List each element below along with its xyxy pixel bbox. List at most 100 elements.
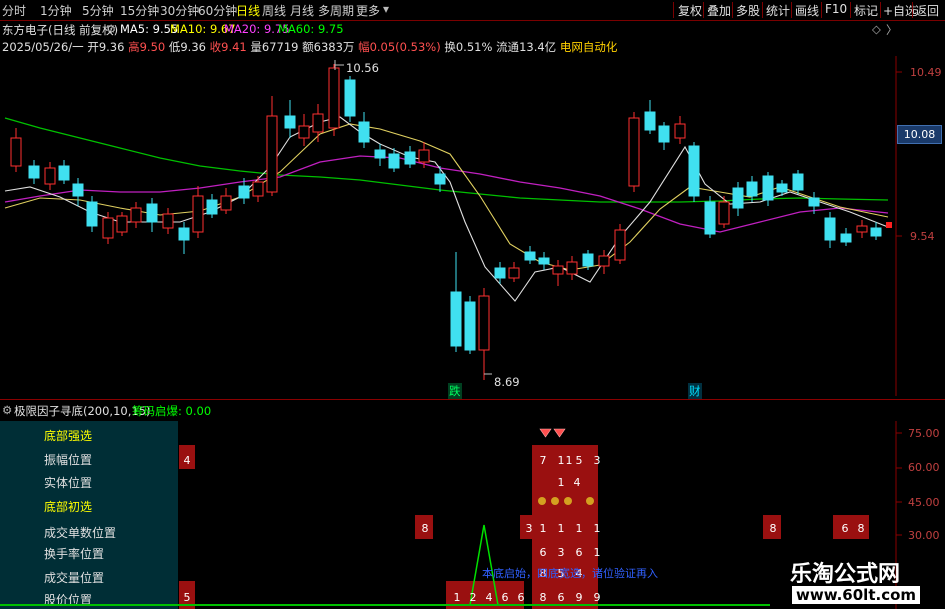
cell-value: 1 — [575, 522, 583, 535]
sector-tag[interactable]: 电网自动化 — [560, 40, 618, 54]
cell-value: 4 — [183, 454, 191, 467]
candle-body — [508, 267, 520, 279]
separator — [791, 2, 792, 18]
change-label: 幅 — [358, 40, 370, 54]
cell-value: 1 — [557, 522, 565, 535]
tab-more[interactable]: 更多 — [356, 2, 380, 19]
candle-body — [824, 217, 836, 241]
finance-tag[interactable]: 财 — [688, 383, 702, 399]
turnover-value: 0.51% — [455, 40, 493, 54]
cell-value: 6 — [557, 591, 565, 604]
cell-value: 9 — [593, 591, 601, 604]
candle-body — [688, 145, 700, 197]
candle-body — [856, 225, 868, 233]
turnover-label: 换 — [444, 40, 456, 54]
candle-body — [524, 251, 536, 261]
watermark-title: 乐淘公式网 — [790, 562, 901, 587]
indicator-title[interactable]: 极限因子寻底(200,10,15) — [14, 403, 151, 419]
cell-value: 6 — [841, 522, 849, 535]
candle-body — [252, 181, 264, 197]
tab-60min[interactable]: 60分钟 — [198, 2, 237, 19]
multi-stock-button[interactable]: 多股 — [736, 2, 760, 19]
candle-body — [178, 227, 190, 241]
tab-monthly[interactable]: 月线 — [290, 2, 314, 19]
separator — [821, 2, 822, 18]
tab-weekly[interactable]: 周线 — [262, 2, 286, 19]
cell-value: 4 — [485, 591, 493, 604]
diamond-icon[interactable]: ◇ — [872, 22, 881, 36]
separator — [850, 2, 851, 18]
high-value: 9.50 — [139, 40, 166, 54]
candle-body — [404, 151, 416, 165]
cell-value: 1 — [453, 591, 461, 604]
separator — [880, 2, 881, 18]
cell-value: 4 — [573, 476, 581, 489]
chevron-down-icon[interactable]: ▾ — [383, 2, 389, 16]
candle-body — [10, 137, 22, 167]
candle-body — [674, 123, 686, 139]
candlestick-chart[interactable] — [0, 56, 945, 396]
candle-body — [162, 213, 174, 229]
tab-5min[interactable]: 5分钟 — [82, 2, 114, 19]
close-value: 9.41 — [221, 40, 247, 54]
settings-gear-icon[interactable]: ⚙ — [106, 22, 116, 36]
cell-value: 9 — [575, 591, 583, 604]
candle-body — [552, 265, 564, 275]
tab-fenshi[interactable]: 分时 — [2, 2, 26, 19]
candle-body — [102, 217, 114, 239]
price-axis-label: 10.49 — [910, 66, 942, 79]
open-label: 开 — [87, 40, 99, 54]
ma60-label: MA60: 9.75 — [278, 22, 344, 36]
mark-button[interactable]: 标记 — [854, 2, 878, 19]
cell-value: 8 — [421, 522, 429, 535]
candle-body — [298, 125, 310, 139]
current-price-tag: 10.08 — [897, 125, 942, 144]
chevron-right-icon[interactable]: 〉 — [886, 22, 898, 38]
pane-divider[interactable] — [0, 399, 945, 400]
tab-daily[interactable]: 日线 — [236, 2, 260, 19]
candle-body — [704, 201, 716, 235]
candle-body — [776, 183, 788, 193]
cell-value: 6 — [539, 546, 547, 559]
candle-body — [538, 257, 550, 265]
tab-multi-period[interactable]: 多周期 — [318, 2, 354, 19]
back-button[interactable]: 返回 — [915, 2, 939, 19]
float-value: 13.4亿 — [519, 40, 557, 54]
cell-value: 8 — [539, 591, 547, 604]
overlay-button[interactable]: 叠加 — [707, 2, 731, 19]
f10-button[interactable]: F10 — [825, 2, 847, 16]
statistics-button[interactable]: 统计 — [766, 2, 790, 19]
draw-line-button[interactable]: 画线 — [795, 2, 819, 19]
candle-body — [644, 111, 656, 131]
cell-value: 8 — [857, 522, 865, 535]
separator — [912, 2, 913, 18]
fuquan-button[interactable]: 复权 — [678, 2, 702, 19]
cell-value: 8 — [769, 522, 777, 535]
separator — [762, 2, 763, 18]
close-label: 收 — [209, 40, 222, 54]
cell-value: 3 — [593, 454, 601, 467]
cell-value: 5 — [575, 454, 583, 467]
candle-body — [388, 153, 400, 169]
tab-30min[interactable]: 30分钟 — [160, 2, 199, 19]
cell-value: 1 — [593, 546, 601, 559]
candle-body — [358, 121, 370, 143]
candle-body — [808, 197, 820, 207]
candle-body — [266, 115, 278, 193]
separator — [673, 2, 674, 18]
high-price-annotation: 10.56 — [346, 61, 379, 75]
cell-value: 6 — [501, 591, 509, 604]
volume-value: 67719 — [261, 40, 299, 54]
candles — [10, 64, 882, 380]
gear-icon[interactable]: ⚙ — [2, 403, 12, 417]
high-label: 高 — [128, 40, 140, 54]
candle-body — [146, 203, 158, 223]
fall-tag[interactable]: 跌 — [448, 383, 462, 399]
tab-1min[interactable]: 1分钟 — [40, 2, 72, 19]
low-label: 低 — [168, 40, 181, 54]
open-value: 9.36 — [98, 40, 125, 54]
tab-15min[interactable]: 15分钟 — [120, 2, 159, 19]
candle-body — [86, 201, 98, 227]
cell-value: 1 — [593, 522, 601, 535]
candle-body — [478, 295, 490, 351]
